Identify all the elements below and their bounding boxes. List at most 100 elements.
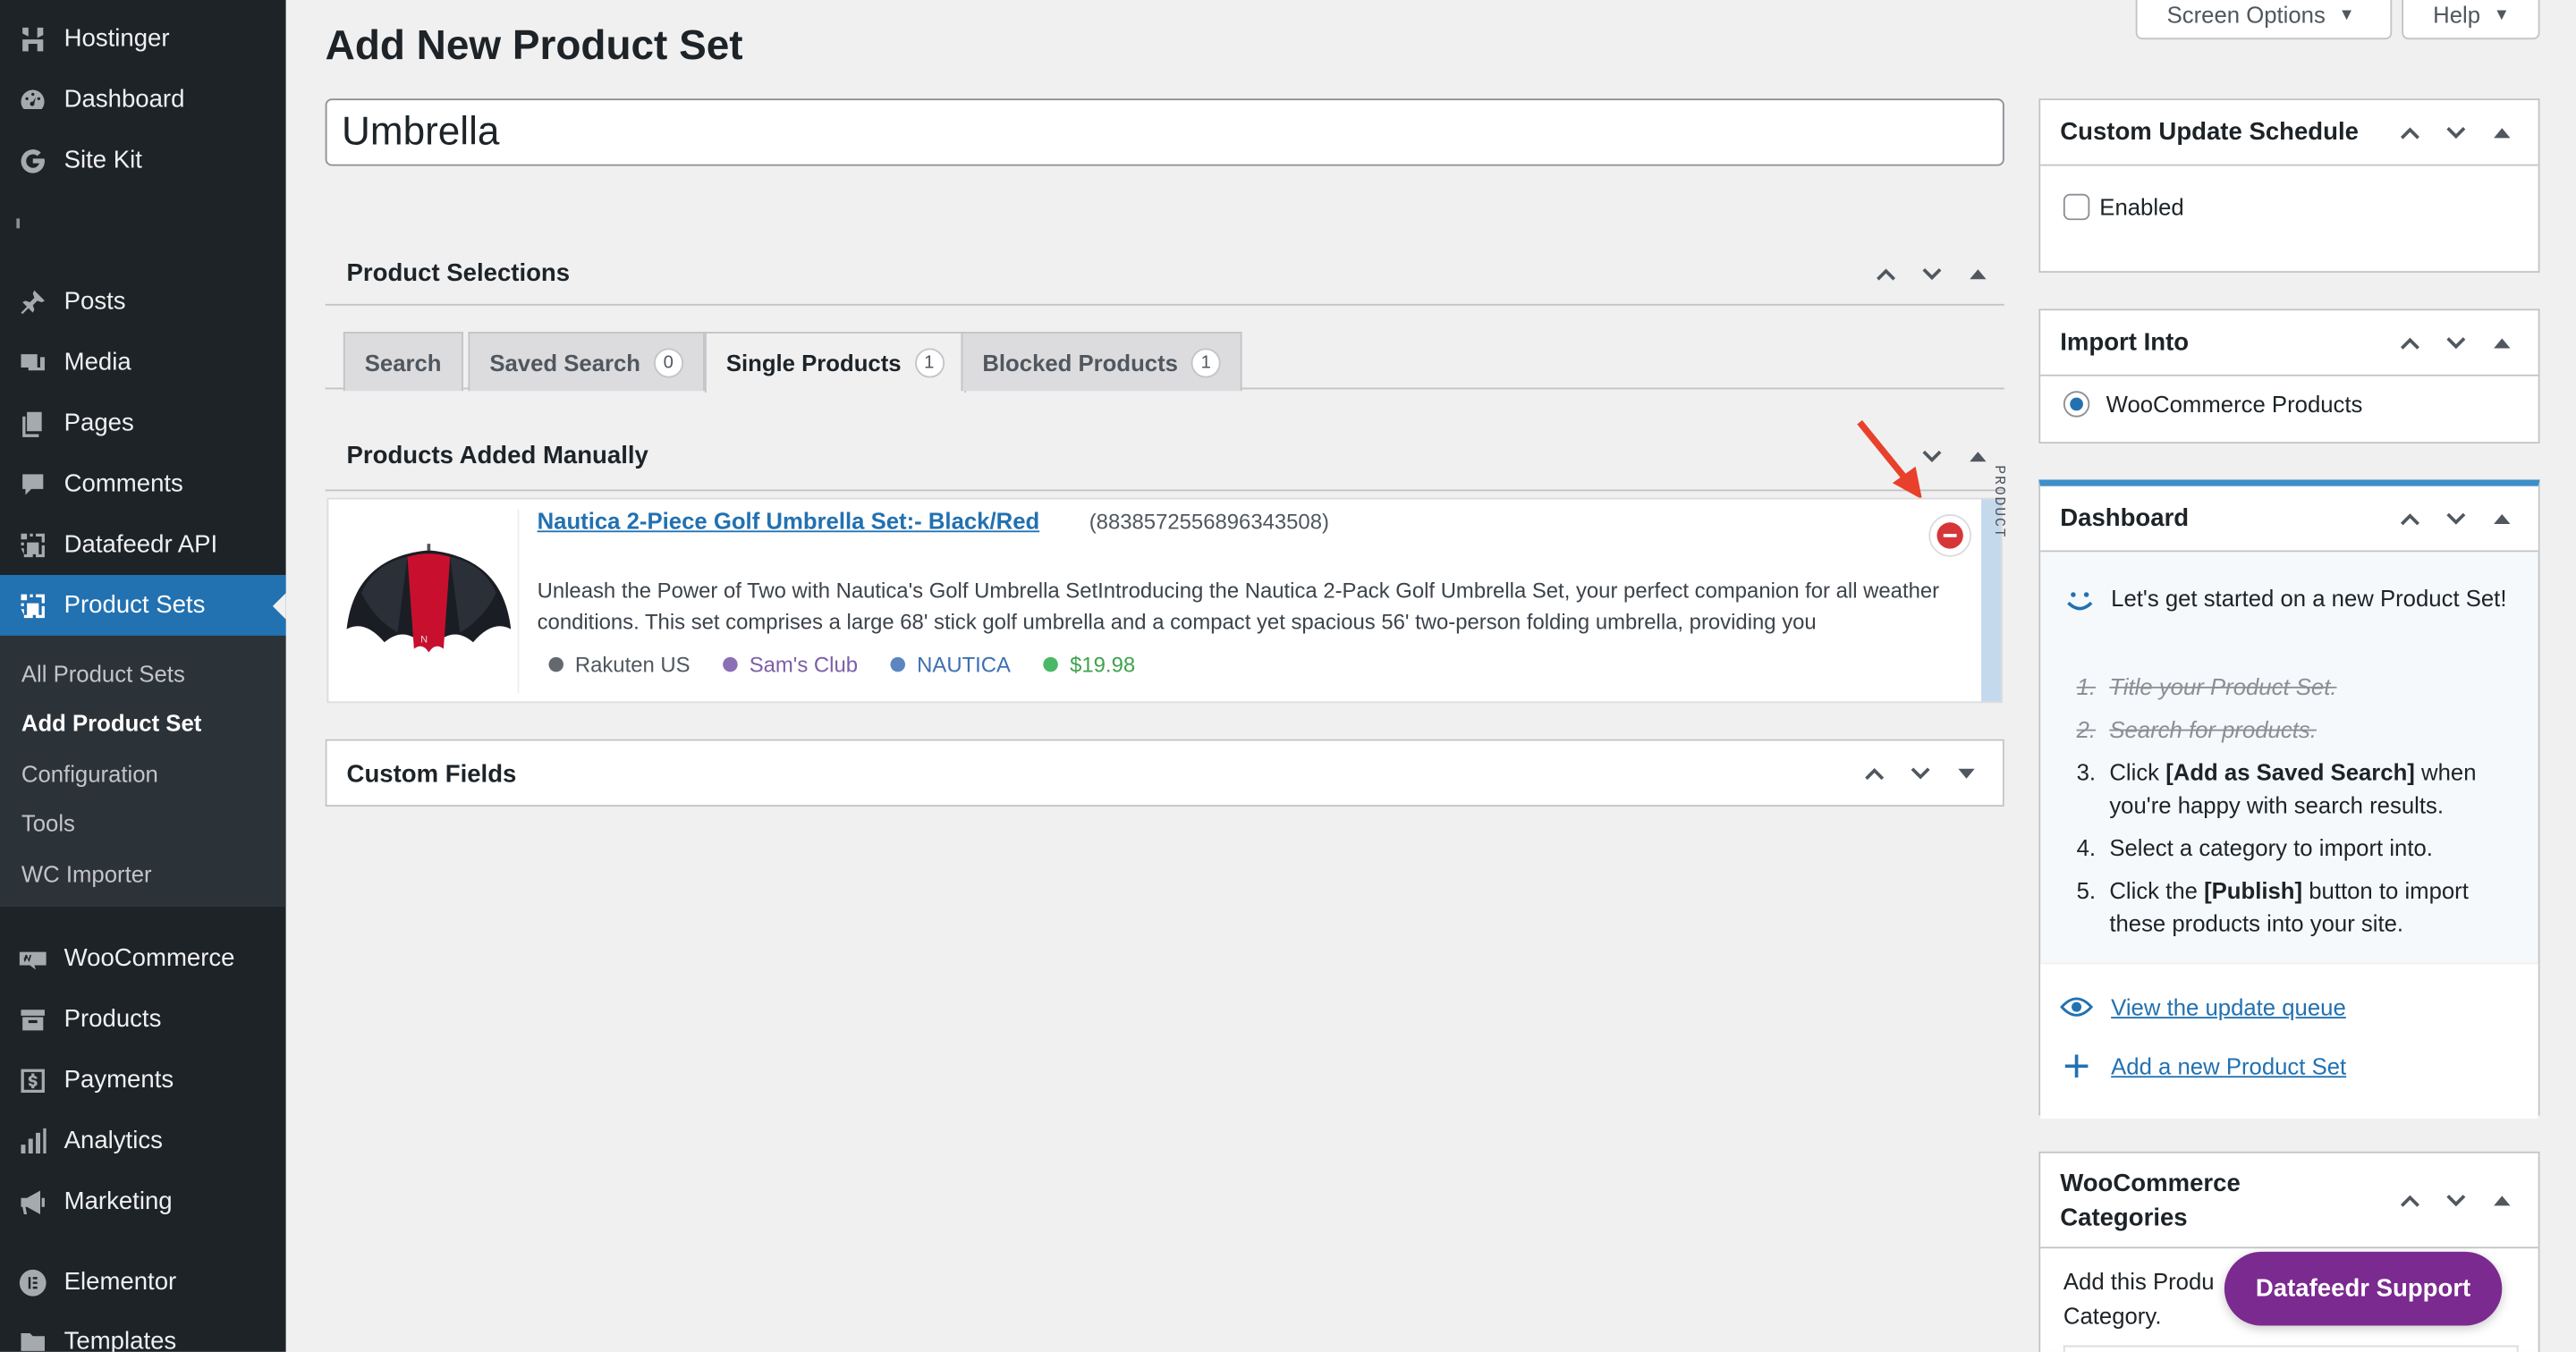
datafeedr-icon: [16, 589, 49, 622]
menu-item-product-sets[interactable]: Product Sets: [0, 574, 286, 636]
move-up-button[interactable]: [2387, 496, 2433, 542]
chevron-down-icon: [2446, 337, 2466, 350]
toggle-panel-button[interactable]: [2479, 110, 2525, 156]
submenu-add-product-set[interactable]: Add Product Set: [21, 710, 201, 736]
submenu-all-product-sets[interactable]: All Product Sets: [21, 661, 185, 687]
move-down-button[interactable]: [2433, 320, 2479, 366]
add-new-product-set-link[interactable]: Add a new Product Set: [2060, 1053, 2346, 1079]
menu-label: Analytics: [64, 1127, 163, 1155]
menu-item-woocommerce[interactable]: WooCommerce: [0, 928, 286, 989]
step-5: 5. Click the [Publish] button to import …: [2077, 874, 2529, 939]
menu-label: Posts: [64, 287, 126, 316]
enabled-label: Enabled: [2099, 193, 2184, 221]
chevron-up-icon: [2400, 1195, 2419, 1207]
enabled-checkbox[interactable]: [2063, 193, 2090, 221]
schedule-actions: [2387, 100, 2525, 165]
datafeedr-support-button[interactable]: Datafeedr Support: [2224, 1251, 2503, 1326]
menu-item-products[interactable]: Products: [0, 989, 286, 1050]
toggle-panel-button[interactable]: [1944, 750, 1989, 796]
menu-item-dashboard[interactable]: Dashboard: [0, 69, 286, 130]
chevron-down-icon: [2446, 126, 2466, 139]
caret-down-icon: ▼: [2493, 5, 2510, 24]
step-text: Select a category to import into.: [2109, 834, 2433, 861]
google-icon: [16, 144, 49, 177]
menu-item-datafeedr-api[interactable]: Datafeedr API: [0, 514, 286, 575]
categories-title-line2: Categories: [2060, 1203, 2188, 1231]
submenu-wc-importer[interactable]: WC Importer: [21, 861, 152, 887]
menu-label: WooCommerce: [64, 944, 235, 973]
menu-label: Hostinger: [64, 24, 170, 53]
menu-item-elementor[interactable]: Elementor: [0, 1252, 286, 1313]
network-meta: Rakuten US: [548, 652, 691, 677]
screen-options-button[interactable]: Screen Options ▼: [2135, 0, 2393, 40]
menu-item-marketing[interactable]: Marketing: [0, 1171, 286, 1232]
menu-item-comments[interactable]: Comments: [0, 453, 286, 514]
tab-saved-search[interactable]: Saved Search 0: [468, 332, 705, 392]
toggle-panel-button[interactable]: [2479, 496, 2525, 542]
step-2: 2. Search for products.: [2077, 713, 2529, 746]
bar-chart-icon: [16, 1124, 49, 1157]
tab-count-badge: 0: [653, 347, 683, 377]
woocommerce-products-radio[interactable]: [2063, 391, 2090, 418]
move-down-button[interactable]: [1897, 750, 1943, 796]
menu-label: Marketing: [64, 1187, 173, 1216]
toggle-panel-button[interactable]: [1955, 251, 2001, 297]
move-down-button[interactable]: [2433, 496, 2479, 542]
submenu-tools[interactable]: Tools: [21, 810, 75, 836]
menu-label: Elementor: [64, 1268, 177, 1297]
umbrella-image-icon: N: [345, 544, 511, 653]
move-up-button[interactable]: [1863, 251, 1909, 297]
toggle-panel-button[interactable]: [2479, 320, 2525, 366]
import-into-title: Import Into: [2060, 328, 2190, 357]
product-set-title-input[interactable]: [325, 98, 2004, 166]
woocommerce-icon: [16, 942, 49, 976]
triangle-up-icon: [1970, 269, 1987, 280]
menu-label: Product Sets: [64, 591, 206, 620]
menu-item-hostinger[interactable]: Hostinger: [0, 8, 286, 69]
menu-item-pages[interactable]: Pages: [0, 393, 286, 453]
step-4: 4. Select a category to import into.: [2077, 832, 2529, 865]
menu-item-analytics[interactable]: Analytics: [0, 1111, 286, 1171]
page-title: Add New Product Set: [325, 22, 743, 70]
toggle-panel-button[interactable]: [2479, 1178, 2525, 1223]
menu-item-posts[interactable]: Posts: [0, 271, 286, 332]
menu-item-site-kit[interactable]: Site Kit: [0, 130, 286, 190]
import-option-row: WooCommerce Products: [2063, 391, 2538, 418]
link-text: View the update queue: [2111, 993, 2346, 1020]
brand-name: NAUTICA: [917, 652, 1011, 677]
tab-single-products[interactable]: Single Products 1: [704, 332, 966, 393]
product-type-label: PRODUCT: [1991, 465, 2008, 539]
submenu-configuration[interactable]: Configuration: [21, 761, 158, 787]
product-card: N Nautica 2-Piece Golf Umbrella Set:- Bl…: [326, 465, 2007, 704]
step-number: 4.: [2076, 834, 2097, 861]
product-id: (8838572556896343508): [1089, 509, 1329, 535]
view-update-queue-link[interactable]: View the update queue: [2060, 993, 2346, 1020]
remove-product-button[interactable]: [1928, 514, 1972, 557]
svg-text:N: N: [419, 634, 427, 645]
move-down-button[interactable]: [2433, 1178, 2479, 1223]
dashboard-box: Dashboard Let's get started on a new Pro…: [2038, 479, 2540, 1120]
dashboard-actions: [2387, 486, 2525, 552]
move-up-button[interactable]: [2387, 1178, 2433, 1223]
product-description: Unleash the Power of Two with Nautica's …: [537, 578, 1940, 635]
dashboard-steps: 1. Title your Product Set. 2. Search for…: [2077, 671, 2529, 950]
move-up-button[interactable]: [2387, 110, 2433, 156]
move-down-button[interactable]: [1909, 251, 1954, 297]
tab-search[interactable]: Search: [343, 332, 463, 392]
menu-item-payments[interactable]: Payments: [0, 1050, 286, 1111]
brand-dot-icon: [890, 656, 906, 672]
tab-label: Saved Search: [489, 349, 641, 376]
step-text: Title your Product Set.: [2109, 673, 2337, 700]
product-title-link[interactable]: Nautica 2-Piece Golf Umbrella Set:- Blac…: [538, 508, 1040, 534]
tab-blocked-products[interactable]: Blocked Products 1: [961, 332, 1242, 392]
menu-item-templates[interactable]: Templates: [0, 1311, 286, 1352]
move-up-button[interactable]: [2387, 320, 2433, 366]
merchant-name: Sam's Club: [749, 652, 859, 677]
move-down-button[interactable]: [2433, 110, 2479, 156]
help-button[interactable]: Help ▼: [2402, 0, 2540, 40]
import-option-label: WooCommerce Products: [2106, 391, 2363, 418]
minus-circle-icon: [1936, 522, 1963, 549]
menu-item-media[interactable]: Media: [0, 332, 286, 393]
category-list[interactable]: [2063, 1345, 2519, 1352]
move-up-button[interactable]: [1852, 750, 1897, 796]
